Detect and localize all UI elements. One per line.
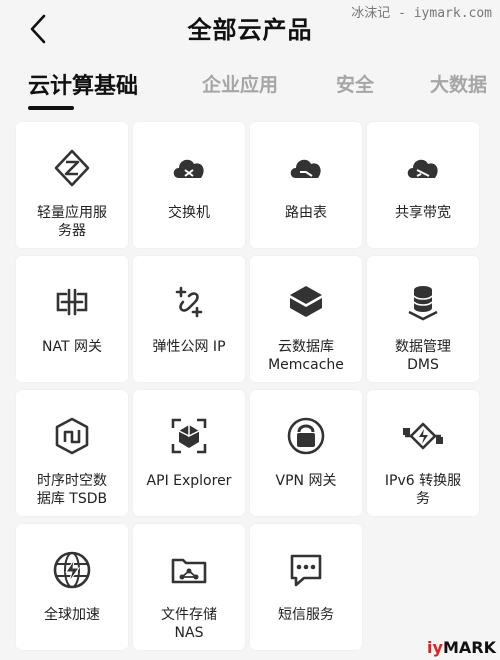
product-label: VPN 网关: [275, 473, 337, 489]
product-card-shared-bandwidth[interactable]: 共享带宽: [367, 122, 479, 248]
watermark-logo: iyMARK: [427, 638, 496, 657]
product-label: 短信服务: [278, 607, 334, 623]
product-label: 时序时空数 据库 TSDB: [36, 473, 108, 507]
tab-label: 云计算基础: [28, 74, 139, 99]
chat-bubble-icon: [286, 550, 326, 590]
product-card-global-acceleration[interactable]: 全球加速: [16, 524, 128, 650]
globe-lightning-icon: [52, 550, 92, 590]
product-card-elastic-ip[interactable]: 弹性公网 IP: [133, 256, 245, 382]
lightweight-server-icon: [52, 148, 92, 188]
cloud-bandwidth-icon: [403, 148, 443, 188]
vpn-lock-icon: [286, 416, 326, 456]
folder-share-icon: [169, 550, 209, 590]
tab-big-data[interactable]: 大数据: [430, 70, 487, 97]
product-label: NAT 网关: [42, 339, 102, 355]
memcache-icon: [286, 282, 326, 322]
watermark-text: 冰沫记 - iymark.com: [351, 6, 492, 21]
active-tab-indicator: [28, 106, 74, 110]
cloud-switch-icon: [169, 148, 209, 188]
nat-gateway-icon: [52, 282, 92, 322]
category-tabs: 云计算基础 企业应用 安全 大数据: [0, 64, 500, 112]
product-label: 弹性公网 IP: [152, 339, 226, 355]
product-label: 轻量应用服 务器: [37, 205, 107, 239]
product-card-vpn-gateway[interactable]: VPN 网关: [250, 390, 362, 516]
product-label: 云数据库 Memcache: [268, 339, 344, 373]
product-card-api-explorer[interactable]: API Explorer: [133, 390, 245, 516]
product-label: IPv6 转换服务: [384, 473, 462, 507]
tab-label: 企业应用: [202, 74, 279, 96]
elastic-ip-icon: [169, 282, 209, 322]
product-label: 全球加速: [44, 607, 100, 623]
product-card-memcache[interactable]: 云数据库 Memcache: [250, 256, 362, 382]
product-label: 数据管理 DMS: [395, 339, 451, 373]
product-label: 共享带宽: [395, 205, 451, 221]
product-card-route-table[interactable]: 路由表: [250, 122, 362, 248]
product-card-sms[interactable]: 短信服务: [250, 524, 362, 650]
product-label: 交换机: [168, 205, 210, 221]
product-card-lightweight-server[interactable]: 轻量应用服 务器: [16, 122, 128, 248]
product-card-nas[interactable]: 文件存储 NAS: [133, 524, 245, 650]
product-label: API Explorer: [146, 473, 232, 489]
tab-label: 安全: [336, 74, 375, 96]
product-grid: 轻量应用服 务器 交换机 路由表 共享带宽 NAT 网关 弹性公网 IP 云数据…: [14, 120, 492, 660]
product-card-nat-gateway[interactable]: NAT 网关: [16, 256, 128, 382]
product-card-ipv6-translation[interactable]: IPv6 转换服务: [367, 390, 479, 516]
header: 全部云产品 冰沫记 - iymark.com: [0, 0, 500, 58]
cloud-route-icon: [286, 148, 326, 188]
tsdb-icon: [52, 416, 92, 456]
tab-label: 大数据: [430, 74, 488, 96]
database-icon: [403, 282, 443, 322]
tab-cloud-computing[interactable]: 云计算基础: [28, 68, 139, 110]
product-card-dms[interactable]: 数据管理 DMS: [367, 256, 479, 382]
product-card-switch[interactable]: 交换机: [133, 122, 245, 248]
ipv6-translation-icon: [403, 416, 443, 456]
tab-security[interactable]: 安全: [336, 70, 374, 97]
product-label: 路由表: [285, 205, 327, 221]
product-card-tsdb[interactable]: 时序时空数 据库 TSDB: [16, 390, 128, 516]
api-explorer-icon: [169, 416, 209, 456]
tab-enterprise-apps[interactable]: 企业应用: [202, 70, 278, 97]
product-label: 文件存储 NAS: [161, 607, 217, 641]
